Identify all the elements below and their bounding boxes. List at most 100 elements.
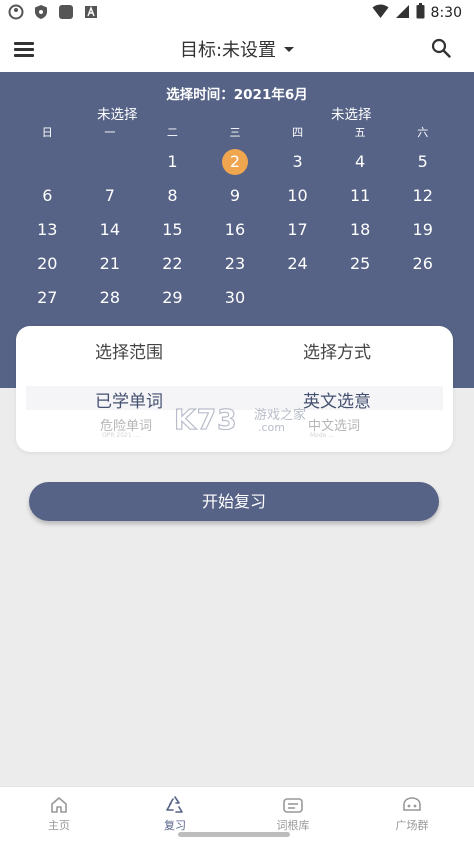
- calendar-day-number: 23: [224, 254, 246, 273]
- wifi-icon: [372, 4, 389, 23]
- calendar-day-number: 10: [287, 186, 308, 205]
- calendar-day-number: 13: [37, 220, 58, 239]
- calendar-day[interactable]: 9: [204, 179, 267, 213]
- calendar-day-number: 30: [224, 288, 246, 307]
- calendar-day-number: 5: [417, 152, 428, 171]
- calendar-day[interactable]: 12: [391, 179, 454, 213]
- app-bar: 目标:未设置: [0, 26, 474, 72]
- battery-icon: [416, 3, 425, 23]
- app-logo-icon: [8, 4, 24, 20]
- status-bar: 8:30: [0, 0, 474, 26]
- nav-roots[interactable]: 词根库: [258, 795, 328, 833]
- recycle-icon: [166, 796, 183, 813]
- signal-icon: [395, 4, 410, 23]
- calendar-day-number: 8: [167, 186, 178, 205]
- calendar-day[interactable]: 21: [79, 247, 142, 281]
- calendar-day[interactable]: 24: [266, 247, 329, 281]
- calendar-day-number: 25: [349, 254, 371, 273]
- calendar-day[interactable]: 23: [204, 247, 267, 281]
- home-icon: [51, 797, 67, 813]
- day-grid: 1 2 3 4 5 6 7 8 9 10 11 12 13 14 15 16 17 18 19 20 21 22 23 24 2…: [16, 145, 454, 315]
- start-review-button[interactable]: 开始复习: [29, 482, 439, 521]
- calendar-day-number: 7: [104, 186, 115, 205]
- caret-down-icon: [284, 46, 295, 52]
- calendar-day[interactable]: 1: [141, 145, 204, 179]
- calendar-day[interactable]: 25: [329, 247, 392, 281]
- weekday-row: 日一二三四五六: [16, 124, 454, 140]
- calendar-day[interactable]: 22: [141, 247, 204, 281]
- calendar-day-number: 3: [292, 152, 303, 171]
- calendar-day[interactable]: 28: [79, 281, 142, 315]
- calendar-day[interactable]: 17: [266, 213, 329, 247]
- calendar-day-number: 12: [412, 186, 433, 205]
- day-blank: [79, 145, 142, 179]
- calendar-day[interactable]: 13: [16, 213, 79, 247]
- calendar-day[interactable]: 16: [204, 213, 267, 247]
- goal-dropdown[interactable]: 目标:未设置: [0, 36, 474, 62]
- nav-community[interactable]: 广场群: [377, 795, 447, 833]
- watermark-brand: K73: [173, 402, 238, 436]
- day-blank: [16, 145, 79, 179]
- search-icon[interactable]: [430, 37, 452, 59]
- calendar-day-number: 2: [221, 149, 248, 175]
- start-date-label[interactable]: 未选择: [97, 103, 138, 123]
- calendar-day[interactable]: 6: [16, 179, 79, 213]
- shield-icon: [33, 4, 49, 20]
- calendar-day[interactable]: 5: [391, 145, 454, 179]
- calendar-day-number: 15: [162, 220, 183, 239]
- calendar-day[interactable]: 18: [329, 213, 392, 247]
- calendar-title: 选择时间：2021年6月: [166, 87, 308, 103]
- gesture-bar[interactable]: [178, 832, 290, 837]
- calendar-day[interactable]: 15: [141, 213, 204, 247]
- calendar-day[interactable]: 20: [16, 247, 79, 281]
- calendar-day-number: 17: [287, 220, 308, 239]
- calendar-day-number: 4: [355, 152, 366, 171]
- weekday-label: 五: [354, 126, 366, 139]
- weekday-label: 一: [104, 126, 116, 139]
- calendar-day-number: 29: [162, 288, 183, 307]
- calendar-day-number: 20: [37, 254, 58, 273]
- nav-community-label: 广场群: [395, 819, 429, 832]
- calendar-day[interactable]: 10: [266, 179, 329, 213]
- nav-home-label: 主页: [48, 819, 70, 832]
- mode-header: 选择方式: [303, 343, 371, 363]
- weekday-label: 四: [292, 126, 304, 139]
- calendar-day[interactable]: 19: [391, 213, 454, 247]
- calendar-day-number: 18: [349, 220, 371, 239]
- weekday-label: 三: [229, 126, 241, 139]
- calendar-day-number: 1: [167, 152, 178, 171]
- calendar-day-number: 6: [42, 186, 53, 205]
- calendar-day[interactable]: 26: [391, 247, 454, 281]
- calendar-day[interactable]: 27: [16, 281, 79, 315]
- nav-review[interactable]: 复习: [140, 795, 210, 833]
- dictionary-icon: [283, 798, 303, 813]
- end-date-label[interactable]: 未选择: [331, 103, 372, 123]
- range-picker-faded: OPR 2021 ...: [102, 432, 140, 439]
- nav-home[interactable]: 主页: [24, 795, 94, 833]
- weekday-label: 二: [166, 126, 178, 139]
- status-time: 8:30: [430, 5, 462, 21]
- calendar-day[interactable]: 3: [266, 145, 329, 179]
- calendar-day-number: 9: [229, 186, 241, 205]
- calendar-day-number: 27: [37, 288, 58, 307]
- calendar-day-number: 14: [99, 220, 121, 239]
- calendar-day[interactable]: 4: [329, 145, 392, 179]
- calendar-day[interactable]: 11: [329, 179, 392, 213]
- page-title: 目标:未设置: [179, 40, 277, 61]
- calendar-day-number: 19: [412, 220, 433, 239]
- calendar-day-number: 11: [349, 186, 371, 205]
- weekday-label: 六: [417, 126, 429, 139]
- range-header: 选择范围: [95, 343, 163, 363]
- calendar-day[interactable]: 7: [79, 179, 142, 213]
- nav-review-label: 复习: [164, 819, 186, 832]
- range-picker-selected[interactable]: 已学单词: [95, 387, 163, 412]
- calendar-day-number: 24: [287, 254, 308, 273]
- community-icon: [403, 797, 421, 811]
- calendar-day-number: 21: [99, 254, 121, 273]
- calendar-day[interactable]: 30: [204, 281, 267, 315]
- calendar-day-number: 22: [162, 254, 183, 273]
- calendar-day[interactable]: 29: [141, 281, 204, 315]
- calendar-day-selected[interactable]: 2: [204, 145, 267, 179]
- calendar-day[interactable]: 14: [79, 213, 142, 247]
- calendar-day[interactable]: 8: [141, 179, 204, 213]
